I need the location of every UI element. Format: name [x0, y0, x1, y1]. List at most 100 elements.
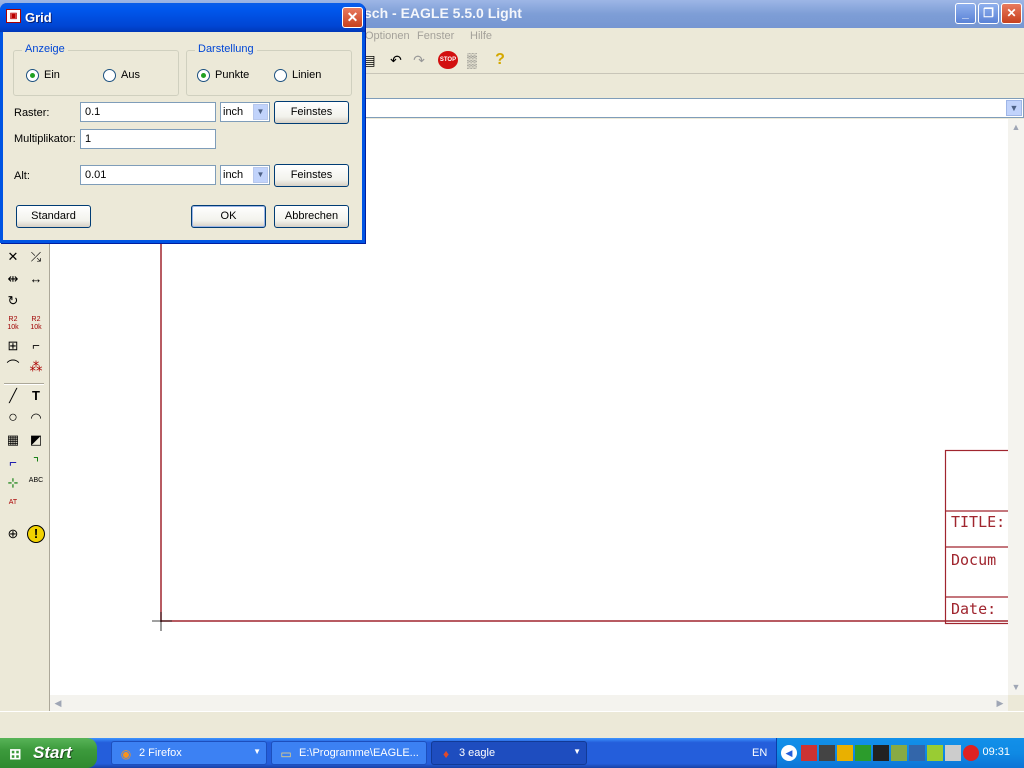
darstellung-linien-radio[interactable] — [274, 69, 287, 82]
tray-app-icon[interactable] — [819, 745, 835, 761]
system-tray: ◀ 09:31 — [776, 738, 1024, 768]
circle-icon[interactable]: ○ — [4, 409, 22, 427]
task-firefox[interactable]: ◉ 2 Firefox ▼ — [111, 741, 267, 765]
main-close-button[interactable]: ✕ — [1001, 3, 1022, 24]
scroll-down-arrow[interactable]: ▼ — [1008, 679, 1024, 695]
move-icon[interactable]: ↔ — [27, 270, 45, 288]
start-label: Start — [33, 743, 72, 762]
chevron-down-icon[interactable]: ▼ — [253, 167, 268, 183]
tray-app-icon[interactable] — [927, 745, 943, 761]
redo-icon[interactable]: ↷ — [410, 51, 428, 69]
start-button[interactable]: ⊞ Start — [0, 738, 97, 768]
attribute-icon[interactable]: AT — [4, 499, 22, 517]
rect-icon[interactable]: ▦ — [4, 431, 22, 449]
task-label: 2 Firefox — [139, 747, 182, 759]
grid-dialog-titlebar[interactable]: ▣ Grid ✕ — [0, 3, 365, 32]
erc-icon[interactable]: ⊕ — [4, 525, 22, 543]
add-icon[interactable]: ⤰ — [27, 248, 45, 266]
raster-unit-select[interactable]: inch ▼ — [220, 102, 270, 122]
multiplikator-input[interactable] — [80, 129, 216, 149]
title-block-document: Docum — [951, 551, 997, 569]
bus-icon[interactable]: ⌐ — [4, 454, 22, 472]
darstellung-punkte-radio[interactable] — [197, 69, 210, 82]
arc-icon[interactable]: ◠ — [27, 409, 45, 427]
alt-feinstes-button[interactable]: Feinstes — [274, 164, 349, 187]
alt-unit-value: inch — [223, 169, 244, 181]
task-eagle[interactable]: ♦ 3 eagle ▼ — [431, 741, 587, 765]
darstellung-linien-label[interactable]: Linien — [292, 69, 321, 81]
undo-icon[interactable]: ↶ — [387, 51, 405, 69]
language-indicator[interactable]: EN — [752, 747, 767, 759]
raster-label: Raster: — [14, 107, 50, 119]
menu-hilfe[interactable]: Hilfe — [470, 30, 492, 42]
stop-icon[interactable]: STOP — [438, 51, 458, 69]
chevron-down-icon[interactable]: ▼ — [253, 104, 268, 120]
alt-unit-select[interactable]: inch ▼ — [220, 165, 270, 185]
tool-palette: ✕ ⤰ ⇹ ↔ ↻ R2 10k R2 10k ⊞ ⌐ ⌒ ⁂ ╱ T ○ ◠ … — [0, 244, 50, 711]
anzeige-ein-radio[interactable] — [26, 69, 39, 82]
task-label: E:\Programme\EAGLE... — [299, 747, 419, 759]
standard-button[interactable]: Standard — [16, 205, 91, 228]
title-block-date: Date: — [951, 600, 997, 618]
horizontal-scrollbar[interactable]: ◀ ▶ — [50, 695, 1008, 711]
scroll-up-arrow[interactable]: ▲ — [1008, 119, 1024, 135]
ok-button[interactable]: OK — [191, 205, 266, 228]
value-icon[interactable]: R2 10k — [27, 316, 45, 334]
menu-fenster[interactable]: Fenster — [417, 30, 454, 42]
help-icon[interactable]: ? — [491, 51, 509, 69]
tray-app-icon[interactable] — [873, 745, 889, 761]
tray-app-icon[interactable] — [801, 745, 817, 761]
raster-unit-value: inch — [223, 106, 244, 118]
net-icon[interactable]: ⌝ — [27, 454, 45, 472]
raster-input[interactable] — [80, 102, 216, 122]
grid-dialog: ▣ Grid ✕ Anzeige Ein Aus Darstellung Pun… — [0, 3, 365, 243]
anzeige-aus-radio[interactable] — [103, 69, 116, 82]
junction-icon[interactable]: ⊹ — [4, 474, 22, 492]
tray-app-icon[interactable] — [837, 745, 853, 761]
polygon-icon[interactable]: ◩ — [27, 431, 45, 449]
clock[interactable]: 09:31 — [982, 746, 1010, 758]
tray-app-icon[interactable] — [855, 745, 871, 761]
dialog-close-button[interactable]: ✕ — [342, 7, 363, 28]
text-icon[interactable]: T — [27, 387, 45, 405]
command-dropdown[interactable]: ▼ — [1006, 100, 1022, 116]
raster-feinstes-button[interactable]: Feinstes — [274, 101, 349, 124]
go-icon[interactable]: ▒ — [463, 51, 481, 69]
anzeige-aus-label[interactable]: Aus — [121, 69, 140, 81]
smash-icon[interactable]: ⊞ — [4, 337, 22, 355]
label-icon[interactable]: ABC — [25, 477, 47, 495]
miter-icon[interactable]: ⌐ — [27, 337, 45, 355]
taskbar: ⊞ Start ◉ 2 Firefox ▼ ▭ E:\Programme\EAG… — [0, 738, 1024, 768]
cancel-button[interactable]: Abbrechen — [274, 205, 349, 228]
wire-icon[interactable]: ╱ — [4, 387, 22, 405]
alt-input[interactable] — [80, 165, 216, 185]
menu-optionen[interactable]: Optionen — [365, 30, 410, 42]
darstellung-group: Darstellung — [186, 43, 352, 96]
task-explorer[interactable]: ▭ E:\Programme\EAGLE... — [271, 741, 427, 765]
delete-icon[interactable]: ✕ — [4, 248, 22, 266]
vertical-scrollbar[interactable]: ▲ ▼ — [1008, 119, 1024, 695]
tray-app-icon[interactable] — [891, 745, 907, 761]
tray-expand-icon[interactable]: ◀ — [781, 745, 797, 761]
name-icon[interactable]: R2 10k — [4, 316, 22, 334]
folder-icon: ▭ — [280, 747, 292, 761]
grid-dialog-title: Grid — [25, 10, 52, 25]
anzeige-ein-label[interactable]: Ein — [44, 69, 60, 81]
palette-separator — [4, 383, 44, 385]
eagle-app-icon: ▣ — [6, 9, 21, 23]
darstellung-punkte-label[interactable]: Punkte — [215, 69, 249, 81]
rotate-icon[interactable]: ↻ — [4, 292, 22, 310]
mirror-icon[interactable]: ⇹ — [4, 270, 22, 288]
scroll-right-arrow[interactable]: ▶ — [992, 695, 1008, 711]
darstellung-legend: Darstellung — [195, 43, 257, 55]
tray-app-icon[interactable] — [909, 745, 925, 761]
tray-app-icon[interactable] — [963, 745, 979, 761]
status-bar — [0, 711, 1024, 738]
scroll-left-arrow[interactable]: ◀ — [50, 695, 66, 711]
tray-app-icon[interactable] — [945, 745, 961, 761]
invoke-icon[interactable]: ⁂ — [27, 358, 45, 376]
split-icon[interactable]: ⌒ — [4, 358, 22, 376]
restore-button[interactable]: ❐ — [978, 3, 999, 24]
errors-icon[interactable]: ! — [27, 525, 45, 543]
minimize-button[interactable]: _ — [955, 3, 976, 24]
